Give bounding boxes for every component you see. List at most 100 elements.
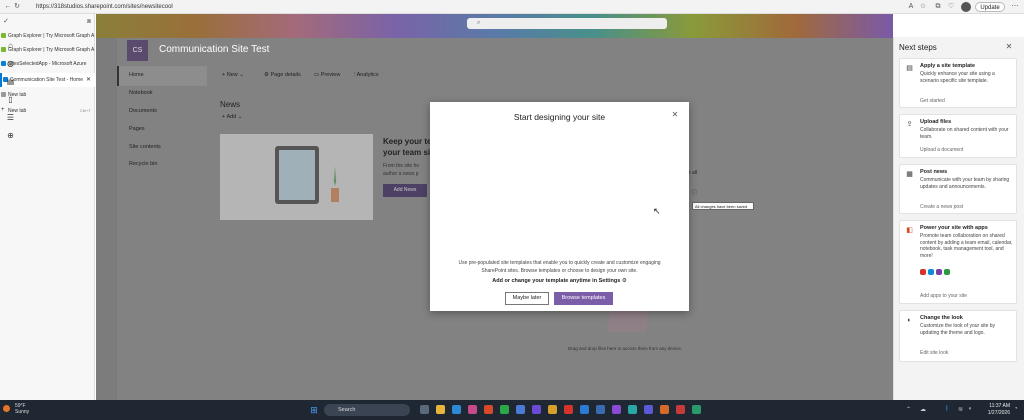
upload-document-link[interactable]: Upload a document xyxy=(920,147,963,153)
volume-icon[interactable]: ◖ xyxy=(968,406,972,412)
outlook-icon[interactable] xyxy=(516,405,525,414)
app-icon-2[interactable] xyxy=(564,405,573,414)
app-bar xyxy=(96,38,117,400)
bluetooth-icon[interactable]: ᛒ xyxy=(945,406,949,412)
create-news-link[interactable]: Create a news post xyxy=(920,204,963,210)
edge-icon[interactable] xyxy=(452,405,461,414)
dialog-close-icon[interactable]: ✕ xyxy=(670,110,680,120)
next-step-card-upload[interactable]: ⇪ Upload files Collaborate on shared con… xyxy=(899,114,1017,158)
maybe-later-button[interactable]: Maybe later xyxy=(505,292,549,305)
app-icon-4[interactable] xyxy=(628,405,637,414)
office-app-icon: ◧ xyxy=(906,227,913,234)
panel-close-icon[interactable]: ✕ xyxy=(1004,42,1014,52)
copilot-icon[interactable] xyxy=(468,405,477,414)
favorite-star-icon[interactable]: ☆ xyxy=(918,2,928,12)
settings-gear-icon: ⚙ xyxy=(621,278,627,284)
notifications-icon[interactable]: ◔ xyxy=(1014,406,1018,412)
address-bar[interactable]: https://318studios.sharepoint.com/sites/… xyxy=(22,2,902,12)
next-step-card-template[interactable]: ▤ Apply a site template Quickly enhance … xyxy=(899,58,1017,108)
favorites-icon[interactable]: ♡ xyxy=(946,2,956,12)
tray-chevron-icon[interactable]: ⌃ xyxy=(906,406,911,413)
windows-taskbar xyxy=(0,400,1024,420)
app-icon-3[interactable] xyxy=(596,405,605,414)
dialog-title: Start designing your site xyxy=(513,112,606,122)
add-news-button[interactable]: Add News xyxy=(383,184,427,197)
next-steps-title: Next steps xyxy=(899,43,937,52)
save-status-tooltip: All changes have been saved xyxy=(692,202,754,210)
mouse-cursor-icon: ↖ xyxy=(653,206,661,216)
nav-pages[interactable]: Pages xyxy=(129,126,145,132)
font-size-icon[interactable]: A xyxy=(906,2,916,12)
app-icon-7[interactable] xyxy=(676,405,685,414)
task-view-icon[interactable] xyxy=(420,405,429,414)
globe-icon[interactable]: ◍ xyxy=(5,58,16,69)
analytics-command[interactable]: ⫶ Analytics xyxy=(354,72,379,79)
nav-home[interactable]: Home xyxy=(129,72,144,78)
app-icon-5[interactable] xyxy=(644,405,653,414)
chrome-icon[interactable] xyxy=(500,405,509,414)
office-icon[interactable] xyxy=(484,405,493,414)
cloud-icon[interactable]: ☁ xyxy=(920,406,926,413)
upload-icon: ⇪ xyxy=(906,121,913,128)
news-icon[interactable]: ▤ xyxy=(5,76,16,87)
taskbar-search[interactable]: Search xyxy=(324,404,410,416)
news-empty-description: From the site ho author a news p xyxy=(383,163,420,177)
drag-drop-hint: Drag and drop files here to access them … xyxy=(568,346,683,351)
tab-actions-icon[interactable]: ⧈ xyxy=(84,17,94,27)
next-step-card-news[interactable]: ▦ Post news Communicate with your team b… xyxy=(899,164,1017,214)
file-explorer-icon[interactable] xyxy=(436,405,445,414)
browse-templates-button[interactable]: Browse templates xyxy=(554,292,613,305)
nav-recycle-bin[interactable]: Recycle bin xyxy=(129,161,157,167)
update-button[interactable]: Update xyxy=(975,2,1005,12)
page-details-command[interactable]: ⚙ Page details xyxy=(264,72,301,78)
sharepoint-search-input[interactable]: ⌕ xyxy=(467,18,667,29)
plant-illustration xyxy=(331,166,339,202)
nav-documents[interactable]: Documents xyxy=(129,108,157,114)
template-icon: ▤ xyxy=(906,65,913,72)
create-icon[interactable]: ⊕ xyxy=(5,130,16,141)
lists-icon[interactable]: ☰ xyxy=(5,112,16,123)
news-heading: News xyxy=(220,100,241,109)
collections-icon[interactable]: ⧉ xyxy=(933,2,943,12)
wifi-icon[interactable]: ≋ xyxy=(958,406,963,413)
home-icon[interactable]: ⌂ xyxy=(5,40,16,51)
site-logo: CS xyxy=(127,40,148,61)
close-tab-icon[interactable]: ✕ xyxy=(86,73,91,87)
dialog-description: Use pre-populated site templates that en… xyxy=(458,260,661,274)
nav-site-contents[interactable]: Site contents xyxy=(129,144,161,150)
app-icon-8[interactable] xyxy=(692,405,701,414)
news-empty-title: Keep your te your team si xyxy=(383,137,432,157)
news-add-button[interactable]: + Add ⌄ xyxy=(222,114,242,120)
next-step-card-look[interactable]: ◐ Change the look Customize the look of … xyxy=(899,310,1017,362)
new-command[interactable]: + New ⌄ xyxy=(222,72,244,78)
teams-icon[interactable] xyxy=(532,405,541,414)
refresh-icon[interactable]: ↻ xyxy=(12,2,22,12)
more-icon[interactable]: ⋯ xyxy=(1010,2,1020,12)
site-title[interactable]: Communication Site Test xyxy=(159,44,269,55)
dialog-settings-hint: Add or change your template anytime in S… xyxy=(492,278,627,284)
get-started-link[interactable]: Get started xyxy=(920,98,945,104)
app-icon-6[interactable] xyxy=(660,405,669,414)
visual-studio-icon[interactable] xyxy=(612,405,621,414)
onenote-app-icon xyxy=(936,269,942,275)
preview-command[interactable]: ▭ Preview xyxy=(314,72,340,78)
news-post-icon: ▦ xyxy=(906,171,913,178)
app-icon-1[interactable] xyxy=(548,405,557,414)
collapse-tabs-icon[interactable]: ✓ xyxy=(1,17,11,27)
profile-avatar[interactable] xyxy=(961,2,971,12)
vscode-icon[interactable] xyxy=(580,405,589,414)
next-step-card-apps[interactable]: ◧ Power your site with apps Promote team… xyxy=(899,220,1017,304)
nav-notebook[interactable]: Notebook xyxy=(129,90,153,96)
tablet-screen-illustration xyxy=(279,150,315,200)
add-apps-link[interactable]: Add apps to your site xyxy=(920,293,967,299)
windows-start-icon[interactable]: ⊞ xyxy=(309,405,319,415)
edit-site-look-link[interactable]: Edit site look xyxy=(920,350,948,356)
files-icon[interactable]: ▯ xyxy=(5,94,16,105)
weather-widget[interactable]: 59°F Sunny xyxy=(5,403,29,415)
app-icons-row xyxy=(920,269,960,277)
upload-illustration xyxy=(606,310,650,332)
graph-favicon-icon xyxy=(1,33,6,38)
palette-icon: ◐ xyxy=(907,317,912,324)
vertical-tab-strip xyxy=(0,14,95,400)
system-clock[interactable]: 11:37 AM 1/27/2026 xyxy=(980,403,1010,416)
